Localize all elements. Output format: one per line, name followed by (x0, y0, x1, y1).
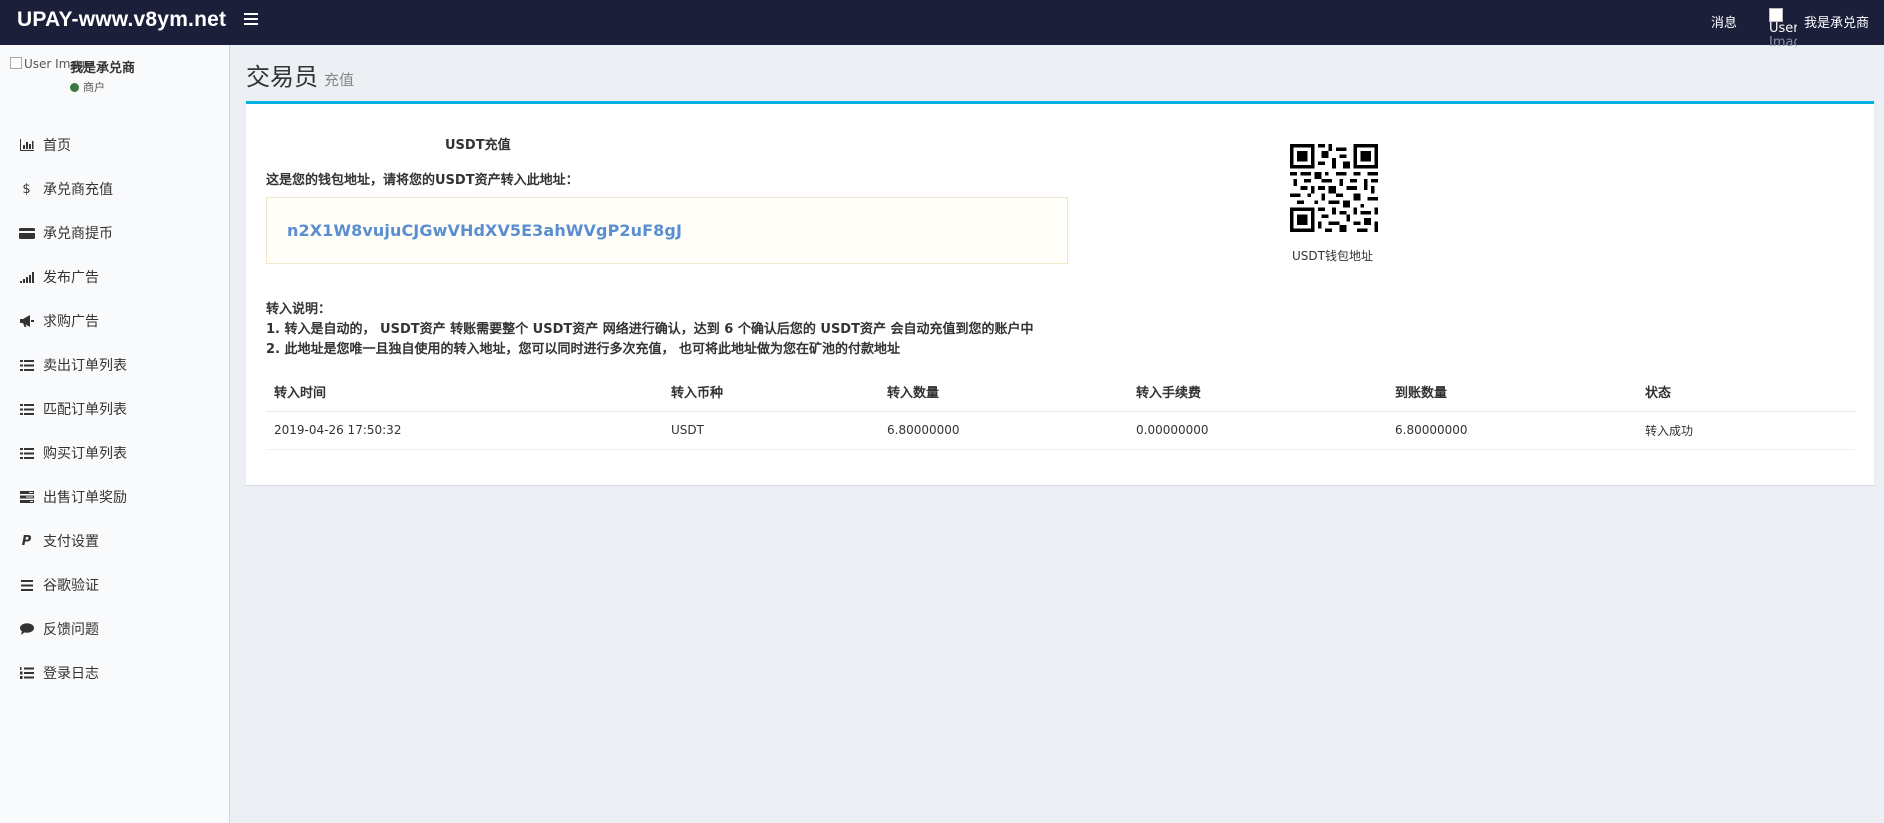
sidebar-item-home[interactable]: 首页 (0, 123, 229, 167)
sidebar-item-feedback[interactable]: 反馈问题 (0, 607, 229, 651)
table-cell: 6.80000000 (1387, 411, 1637, 450)
list-icon (18, 446, 35, 460)
sidebar-item-buy-orders[interactable]: 购买订单列表 (0, 431, 229, 475)
deposit-history-table: 转入时间 转入币种 转入数量 转入手续费 到账数量 状态 2019-04-26 … (266, 373, 1855, 450)
bar-chart-icon (18, 138, 35, 152)
sidebar-item-label: 承兑商提币 (43, 226, 113, 242)
bars-icon (18, 578, 35, 592)
signal-icon (18, 270, 35, 284)
sidebar-item-label: 反馈问题 (43, 622, 99, 638)
sidebar-item-sell-orders[interactable]: 卖出订单列表 (0, 343, 229, 387)
top-header: UPAY-www.v8ym.net 消息 User Image 我是承兑商 (0, 0, 1884, 48)
sidebar-item-recharge[interactable]: $ 承兑商充值 (0, 167, 229, 211)
sidebar-item-label: 登录日志 (43, 666, 99, 682)
sidebar-item-label: 首页 (43, 138, 71, 154)
sidebar-item-label: 谷歌验证 (43, 578, 99, 594)
messages-link[interactable]: 消息 (1711, 12, 1737, 31)
tasks-icon (18, 490, 35, 504)
avatar-alt-line1: User (1769, 21, 1797, 36)
comment-icon (18, 622, 35, 636)
dollar-icon: $ (22, 181, 31, 197)
table-cell: 0.00000000 (1128, 411, 1387, 450)
sidebar-item-label: 购买订单列表 (43, 446, 127, 462)
sidebar-item-buy-ad[interactable]: 求购广告 (0, 299, 229, 343)
column-header: 状态 (1637, 373, 1855, 412)
user-panel-name: 我是承兑商 (70, 61, 136, 76)
list-ol-icon (18, 666, 35, 680)
page-subtitle: 充值 (324, 71, 355, 89)
sidebar-item-sell-rewards[interactable]: 出售订单奖励 (0, 475, 229, 519)
transfer-notes: 转入说明： 1. 转入是自动的， USDT资产 转账需要整个 USDT资产 网络… (266, 300, 1034, 360)
table-cell: 转入成功 (1637, 411, 1855, 450)
list-icon (18, 402, 35, 416)
sidebar-item-withdraw[interactable]: 承兑商提币 (0, 211, 229, 255)
sidebar-toggle-icon[interactable] (244, 13, 258, 27)
table-row: 2019-04-26 17:50:32 USDT 6.80000000 0.00… (266, 411, 1855, 450)
header-user-avatar[interactable]: User Image (1769, 8, 1797, 48)
sidebar-item-login-log[interactable]: 登录日志 (0, 651, 229, 695)
credit-card-icon (18, 226, 35, 240)
sidebar-menu: 首页 $ 承兑商充值 承兑商提币 发布广告 求购广告 卖出订单列表 匹配订单列表 (0, 123, 229, 695)
list-icon (18, 358, 35, 372)
broken-image-icon (10, 57, 22, 69)
sidebar-item-match-orders[interactable]: 匹配订单列表 (0, 387, 229, 431)
online-status-dot (70, 83, 79, 92)
column-header: 到账数量 (1387, 373, 1637, 412)
column-header: 转入时间 (266, 373, 663, 412)
notes-title: 转入说明： (266, 302, 332, 317)
table-cell: USDT (663, 411, 879, 450)
column-header: 转入币种 (663, 373, 879, 412)
table-cell: 2019-04-26 17:50:32 (266, 411, 663, 450)
qr-code-label: USDT钱包地址 (1292, 249, 1373, 263)
user-panel: User Image 我是承兑商 商户 (10, 57, 220, 97)
sidebar-item-label: 支付设置 (43, 534, 99, 550)
sidebar-item-label: 承兑商充值 (43, 182, 113, 198)
recharge-box: USDT充值 这是您的钱包地址，请将您的USDT资产转入此地址： n2X1W8v… (246, 101, 1874, 485)
user-status-label: 商户 (83, 81, 105, 94)
sidebar-item-label: 出售订单奖励 (43, 490, 127, 506)
note-1: 1. 转入是自动的， USDT资产 转账需要整个 USDT资产 网络进行确认，达… (266, 322, 1034, 337)
page-title: 交易员 (246, 63, 318, 91)
header-user-name[interactable]: 我是承兑商 (1804, 12, 1869, 31)
sidebar-item-google-auth[interactable]: 谷歌验证 (0, 563, 229, 607)
column-header: 转入数量 (879, 373, 1128, 412)
sidebar: User Image 我是承兑商 商户 首页 $ 承兑商充值 承兑商提币 发布广… (0, 45, 230, 823)
broken-image-icon (1769, 8, 1783, 22)
table-cell: 6.80000000 (879, 411, 1128, 450)
wallet-address-box: n2X1W8vujuCJGwVHdXV5E3ahWVgP2uF8gJ (266, 197, 1068, 264)
sidebar-item-label: 匹配订单列表 (43, 402, 127, 418)
sidebar-item-payment-settings[interactable]: P 支付设置 (0, 519, 229, 563)
recharge-title: USDT充值 (445, 138, 511, 153)
content-header: 交易员 充值 (246, 57, 354, 92)
bullhorn-icon (18, 314, 35, 328)
column-header: 转入手续费 (1128, 373, 1387, 412)
avatar-alt-line2: Image (1769, 35, 1797, 49)
user-status: 商户 (70, 79, 105, 95)
sidebar-item-label: 发布广告 (43, 270, 99, 286)
sidebar-item-label: 卖出订单列表 (43, 358, 127, 374)
sidebar-item-publish-ad[interactable]: 发布广告 (0, 255, 229, 299)
wallet-address[interactable]: n2X1W8vujuCJGwVHdXV5E3ahWVgP2uF8gJ (287, 221, 682, 240)
sidebar-item-label: 求购广告 (43, 314, 99, 330)
table-header-row: 转入时间 转入币种 转入数量 转入手续费 到账数量 状态 (266, 373, 1855, 412)
qr-code-icon (1290, 144, 1378, 232)
wallet-hint: 这是您的钱包地址，请将您的USDT资产转入此地址： (266, 173, 579, 188)
brand-logo[interactable]: UPAY-www.v8ym.net (17, 8, 226, 32)
note-2: 2. 此地址是您唯一且独自使用的转入地址，您可以同时进行多次充值， 也可将此地址… (266, 342, 901, 357)
paypal-icon: P (21, 533, 32, 549)
